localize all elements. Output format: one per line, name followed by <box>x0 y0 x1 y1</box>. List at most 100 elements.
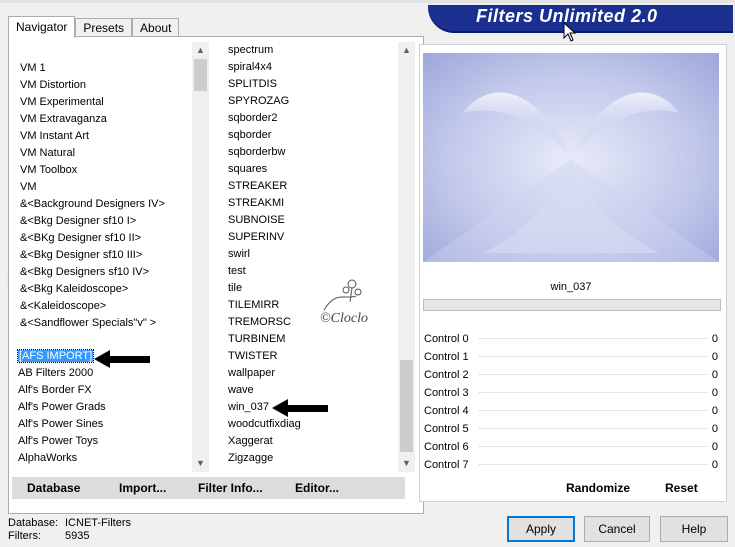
category-item[interactable]: Alf's Power Toys <box>18 433 106 450</box>
reset-button[interactable]: Reset <box>665 481 698 495</box>
category-item[interactable]: &<BKg Designer sf10 II> <box>20 230 165 247</box>
category-item[interactable]: Alf's Power Sines <box>18 416 106 433</box>
filter-item[interactable]: wave <box>228 382 301 399</box>
control-label: Control 3 <box>424 387 469 399</box>
control-value: 0 <box>711 387 718 399</box>
filter-item[interactable]: sqborder <box>228 127 301 144</box>
filter-scrollbar[interactable]: ▲ ▼ <box>398 42 415 472</box>
filter-item[interactable]: spectrum <box>228 42 301 59</box>
status-database: Database: ICNET-Filters <box>8 517 131 529</box>
control-label: Control 0 <box>424 333 469 345</box>
category-item[interactable]: VM Experimental <box>20 94 165 111</box>
category-item[interactable]: [AFS IMPORT] <box>16 348 106 365</box>
category-list-bottom: [AFS IMPORT] AB Filters 2000 Alf's Border … <box>16 348 106 467</box>
category-item[interactable]: VM Distortion <box>20 77 165 94</box>
control-label: Control 4 <box>424 405 469 417</box>
control-value: 0 <box>711 459 718 471</box>
filter-item[interactable]: sqborder2 <box>228 110 301 127</box>
category-item[interactable]: VM 1 <box>20 60 165 77</box>
scroll-down-icon[interactable]: ▼ <box>398 455 415 472</box>
control-slider[interactable] <box>479 374 707 376</box>
filter-item[interactable]: swirl <box>228 246 301 263</box>
control-slider[interactable] <box>479 410 707 412</box>
control-row[interactable]: Control 2 0 <box>421 366 721 384</box>
filter-item[interactable]: STREAKER <box>228 178 301 195</box>
control-row[interactable]: Control 6 0 <box>421 438 721 456</box>
tab-navigator[interactable]: Navigator <box>8 16 76 38</box>
category-item[interactable]: AlphaWorks <box>18 450 106 467</box>
category-item[interactable]: AB Filters 2000 <box>18 365 106 382</box>
control-row[interactable]: Control 0 0 <box>421 330 721 348</box>
scroll-down-icon[interactable]: ▼ <box>192 455 209 472</box>
filter-item[interactable]: SPYROZAG <box>228 93 301 110</box>
category-item[interactable]: Alf's Border FX <box>18 382 106 399</box>
category-item[interactable]: VM Toolbox <box>20 162 165 179</box>
filter-item[interactable]: TURBINEM <box>228 331 301 348</box>
editor-button[interactable]: Editor... <box>295 481 339 495</box>
control-value: 0 <box>711 351 718 363</box>
import-button[interactable]: Import... <box>119 481 166 495</box>
filter-item[interactable]: SUPERINV <box>228 229 301 246</box>
category-item[interactable]: &<Kaleidoscope> <box>20 298 165 315</box>
database-label: Database: <box>8 517 59 529</box>
category-item[interactable]: Alf's Power Grads <box>18 399 106 416</box>
database-button[interactable]: Database <box>27 481 80 495</box>
control-value: 0 <box>711 369 718 381</box>
tab-about[interactable]: About <box>132 18 180 38</box>
randomize-button[interactable]: Randomize <box>566 481 630 495</box>
filter-item[interactable]: sqborderbw <box>228 144 301 161</box>
control-value: 0 <box>711 333 718 345</box>
category-list[interactable]: VM 1 VM Distortion VM Experimental VM Extra… <box>12 40 207 472</box>
control-slider[interactable] <box>479 446 707 448</box>
filter-item[interactable]: tile <box>228 280 301 297</box>
filter-item[interactable]: woodcutfixdiag <box>228 416 301 433</box>
apply-button[interactable]: Apply <box>507 516 575 542</box>
scroll-up-icon[interactable]: ▲ <box>192 42 209 59</box>
category-item[interactable]: VM Natural <box>20 145 165 162</box>
category-item[interactable]: &<Bkg Designer sf10 I> <box>20 213 165 230</box>
control-slider[interactable] <box>479 338 707 340</box>
filter-item[interactable]: Xaggerat <box>228 433 301 450</box>
svg-text:©Cloclo: ©Cloclo <box>320 311 368 326</box>
control-slider[interactable] <box>479 464 707 466</box>
help-button[interactable]: Help <box>660 516 728 542</box>
control-slider[interactable] <box>479 428 707 430</box>
control-slider[interactable] <box>479 356 707 358</box>
filter-info-button[interactable]: Filter Info... <box>198 481 263 495</box>
category-item[interactable]: VM Instant Art <box>20 128 165 145</box>
scroll-thumb[interactable] <box>400 360 413 452</box>
category-scrollbar[interactable]: ▲ ▼ <box>192 42 209 472</box>
scroll-thumb[interactable] <box>194 59 207 91</box>
control-row[interactable]: Control 5 0 <box>421 420 721 438</box>
category-item-selected[interactable]: [AFS IMPORT] <box>16 349 95 363</box>
filter-item[interactable]: squares <box>228 161 301 178</box>
scroll-up-icon[interactable]: ▲ <box>398 42 415 59</box>
filter-item[interactable]: test <box>228 263 301 280</box>
category-item[interactable]: &<Bkg Designer sf10 III> <box>20 247 165 264</box>
control-row[interactable]: Control 4 0 <box>421 402 721 420</box>
category-item[interactable]: VM <box>20 179 165 196</box>
tab-presets[interactable]: Presets <box>75 18 133 38</box>
category-item[interactable]: VM Extravaganza <box>20 111 165 128</box>
control-row[interactable]: Control 1 0 <box>421 348 721 366</box>
category-item[interactable]: &<Background Designers IV> <box>20 196 165 213</box>
category-item[interactable]: &<Bkg Designers sf10 IV> <box>20 264 165 281</box>
category-item[interactable]: &<Sandflower Specials"v" > <box>20 315 165 332</box>
category-list-top: VM 1 VM Distortion VM Experimental VM Extra… <box>20 60 165 332</box>
control-value: 0 <box>711 405 718 417</box>
filter-item[interactable]: SPLITDIS <box>228 76 301 93</box>
filter-name-label: win_037 <box>550 281 592 293</box>
filter-item[interactable]: TWISTER <box>228 348 301 365</box>
filter-item[interactable]: TREMORSC <box>228 314 301 331</box>
control-row[interactable]: Control 7 0 <box>421 456 721 474</box>
filter-item[interactable]: TILEMIRR <box>228 297 301 314</box>
control-slider[interactable] <box>479 392 707 394</box>
filter-item[interactable]: STREAKMI <box>228 195 301 212</box>
filter-item[interactable]: wallpaper <box>228 365 301 382</box>
filter-item[interactable]: spiral4x4 <box>228 59 301 76</box>
filter-item[interactable]: SUBNOISE <box>228 212 301 229</box>
category-item[interactable]: &<Bkg Kaleidoscope> <box>20 281 165 298</box>
cancel-button[interactable]: Cancel <box>584 516 650 542</box>
filter-item[interactable]: Zigzagge <box>228 450 301 467</box>
control-row[interactable]: Control 3 0 <box>421 384 721 402</box>
